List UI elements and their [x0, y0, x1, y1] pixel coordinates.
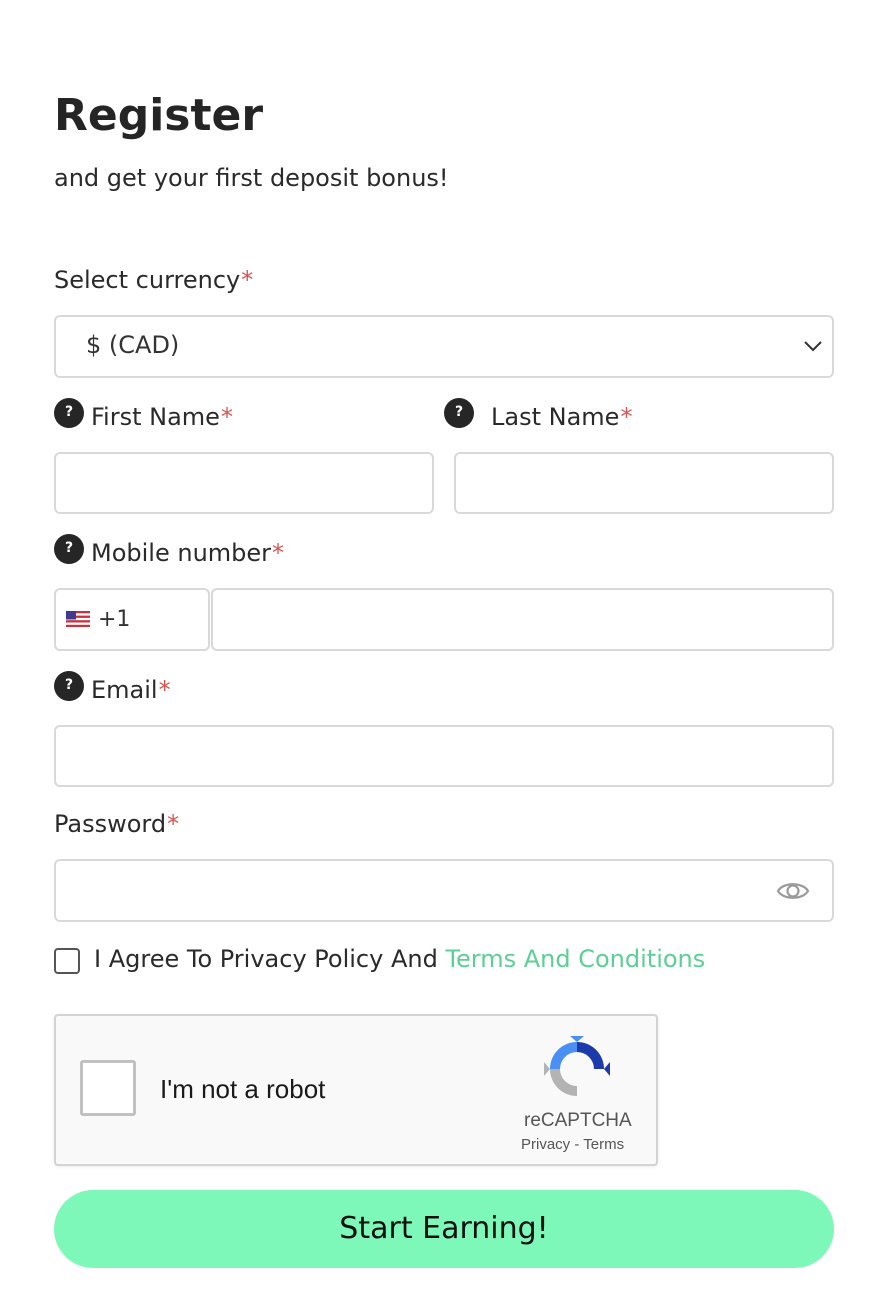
recaptcha-privacy-link[interactable]: Privacy	[521, 1136, 570, 1153]
country-code-select[interactable]: +1	[54, 588, 210, 651]
chevron-down-icon	[804, 341, 822, 352]
first-name-input[interactable]	[54, 452, 434, 514]
recaptcha-links: Privacy - Terms	[521, 1136, 624, 1153]
page-title: Register	[54, 90, 264, 141]
email-input[interactable]	[54, 725, 834, 787]
currency-label-text: Select currency	[54, 266, 241, 294]
required-mark: *	[167, 810, 180, 838]
first-name-label-text: First Name	[91, 403, 220, 431]
eye-icon[interactable]	[776, 877, 810, 905]
required-mark: *	[241, 266, 254, 294]
recaptcha-checkbox[interactable]	[80, 1060, 136, 1116]
password-label-text: Password	[54, 810, 167, 838]
mobile-help-icon[interactable]: ?	[54, 534, 84, 564]
required-mark: *	[620, 403, 633, 431]
recaptcha-terms-link[interactable]: Terms	[583, 1136, 624, 1153]
last-name-input[interactable]	[454, 452, 834, 514]
password-input[interactable]	[54, 859, 834, 922]
required-mark: *	[158, 676, 171, 704]
first-name-help-icon[interactable]: ?	[54, 398, 84, 428]
last-name-label-text: Last Name	[491, 403, 620, 431]
recaptcha-brand: reCAPTCHA	[524, 1110, 632, 1131]
recaptcha-label: I'm not a robot	[160, 1074, 326, 1104]
email-label-text: Email	[91, 676, 158, 704]
last-name-help-icon[interactable]: ?	[444, 398, 474, 428]
currency-selected-value: $ (CAD)	[86, 331, 180, 359]
recaptcha-widget: I'm not a robot reCAPTCHA Privacy - Term…	[54, 1014, 658, 1166]
email-help-icon[interactable]: ?	[54, 671, 84, 701]
mobile-label: Mobile number*	[91, 539, 284, 567]
required-mark: *	[220, 403, 233, 431]
password-label: Password*	[54, 810, 179, 838]
dial-code: +1	[98, 607, 131, 632]
agree-checkbox[interactable]	[54, 948, 80, 974]
last-name-label: Last Name*	[491, 403, 632, 431]
agree-label: I Agree To Privacy Policy And	[94, 945, 446, 973]
currency-select[interactable]: $ (CAD)	[54, 315, 834, 378]
recaptcha-logo-icon	[544, 1036, 610, 1096]
currency-label: Select currency*	[54, 266, 253, 294]
mobile-label-text: Mobile number	[91, 539, 272, 567]
us-flag-icon	[66, 611, 90, 627]
agree-text: I Agree To Privacy Policy And Terms And …	[94, 945, 705, 973]
start-earning-button[interactable]: Start Earning!	[54, 1190, 834, 1268]
required-mark: *	[272, 539, 285, 567]
mobile-input[interactable]	[211, 588, 834, 651]
first-name-label: First Name*	[91, 403, 233, 431]
email-label: Email*	[91, 676, 171, 704]
page-subtitle: and get your first deposit bonus!	[54, 164, 449, 192]
recaptcha-separator: -	[574, 1136, 580, 1153]
terms-link[interactable]: Terms And Conditions	[445, 945, 705, 973]
